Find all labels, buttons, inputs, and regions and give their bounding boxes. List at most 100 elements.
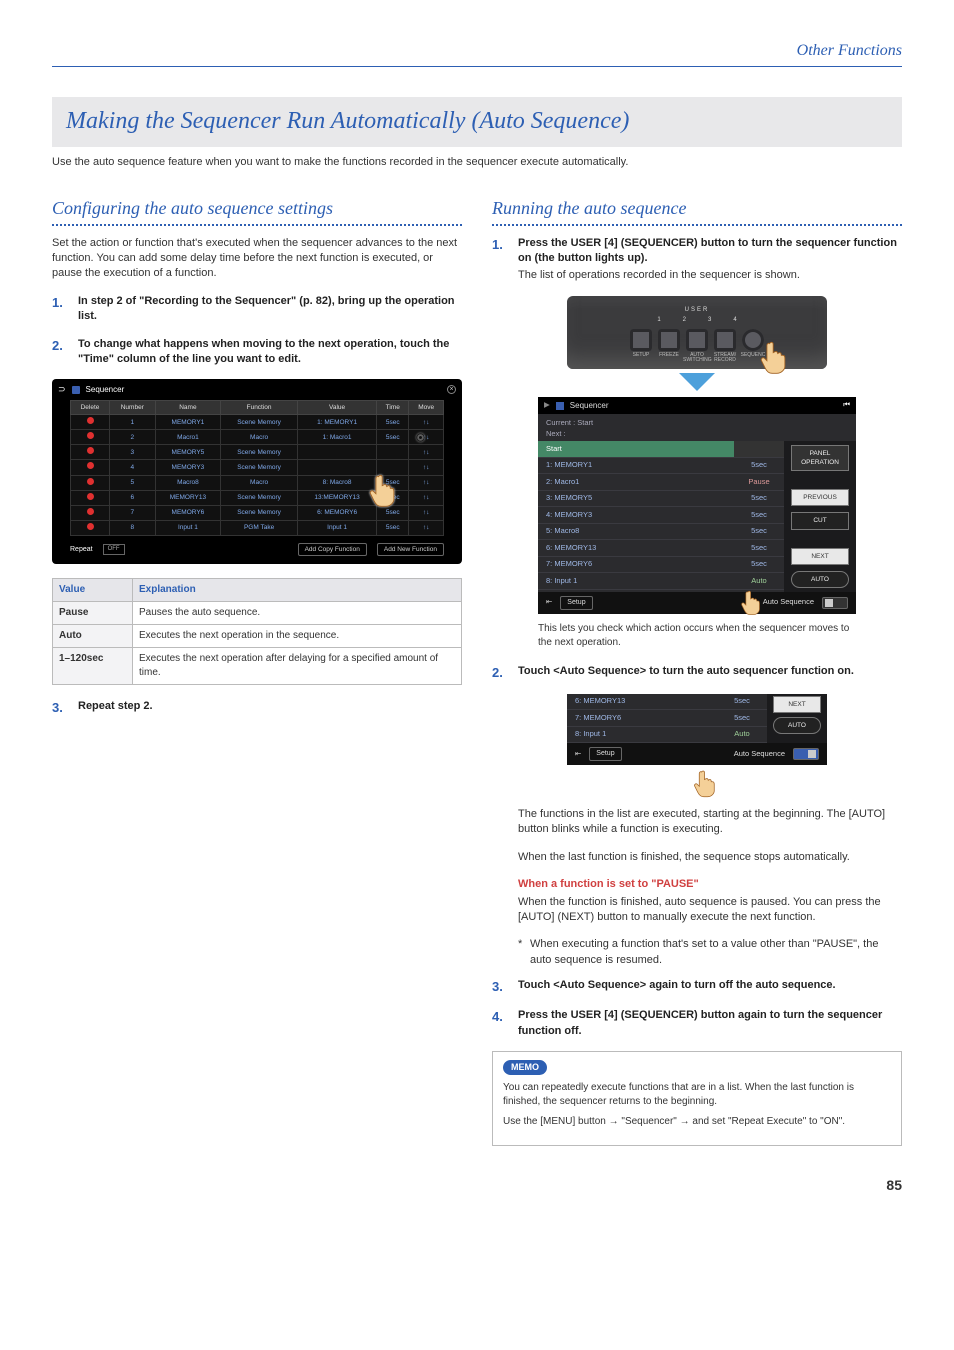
list-item: 1: MEMORY15sec — [538, 458, 784, 475]
right-step1: Press the USER [4] (SEQUENCER) button to… — [518, 236, 902, 267]
step-number: 3. — [52, 699, 70, 717]
user-label: USER — [581, 306, 813, 314]
list-item: 6: MEMORY135sec — [538, 540, 784, 557]
down-arrow-icon — [679, 373, 715, 391]
next-status: Next : — [546, 429, 848, 440]
list-item: 6: MEMORY135sec — [567, 694, 767, 711]
back-icon: ⇤ — [546, 597, 552, 608]
hw-sublabel: FREEZE — [655, 353, 683, 364]
step-number: 1. — [492, 236, 510, 284]
list-item: 3: MEMORY55sec — [538, 491, 784, 508]
list-item: 8: Input 1Auto — [567, 727, 767, 744]
repeat-value: OFF — [103, 544, 125, 554]
auto-sequence-toggle-off — [822, 597, 848, 609]
add-copy-function-button: Add Copy Function — [298, 543, 367, 556]
move-icon — [423, 464, 430, 471]
delete-icon — [87, 447, 94, 454]
list-item: 2: Macro1Pause — [538, 474, 784, 491]
col-header: Explanation — [133, 579, 462, 602]
divider — [492, 224, 902, 226]
right-column: Running the auto sequence 1. Press the U… — [492, 196, 902, 1145]
table-row: 2Macro1Macro1: Macro15sec — [71, 430, 444, 445]
hardware-panel-illustration: USER 1234 SETUPFREEZEAUTO SWITCHINGSTREA… — [567, 296, 827, 369]
setup-button: Setup — [560, 596, 592, 610]
goto-start-icon: ⏮ — [843, 400, 850, 411]
table-row: PausePauses the auto sequence. — [53, 602, 462, 625]
right-step4: Press the USER [4] (SEQUENCER) button ag… — [518, 1008, 902, 1039]
step-number: 2. — [52, 337, 70, 368]
memo-tag: MEMO — [503, 1060, 547, 1075]
step-number: 4. — [492, 1008, 510, 1039]
delete-icon — [87, 523, 94, 530]
left-column: Configuring the auto sequence settings S… — [52, 196, 462, 1145]
move-icon — [423, 419, 430, 426]
user-button-1 — [630, 329, 652, 351]
run-caption: This lets you check which action occurs … — [538, 622, 856, 650]
memo-p2: Use the [MENU] button"Sequencer"and set … — [503, 1115, 891, 1129]
grid-icon — [72, 386, 80, 394]
table-row: AutoExecutes the next operation in the s… — [53, 625, 462, 648]
hw-sublabel: STREAM/ RECORD — [711, 353, 739, 364]
hand-cursor-icon — [366, 471, 402, 515]
hw-number: 4 — [733, 316, 736, 324]
col-header: Delete — [71, 401, 110, 415]
current-status: Current : Start — [546, 418, 848, 429]
back-icon — [58, 383, 66, 396]
col-header: Name — [155, 401, 221, 415]
col-header: Move — [409, 401, 444, 415]
grid-icon — [556, 402, 564, 410]
setup-button: Setup — [589, 747, 621, 761]
memo-box: MEMO You can repeatedly execute function… — [492, 1051, 902, 1146]
right-step3: Touch <Auto Sequence> again to turn off … — [518, 978, 902, 993]
intro-text: Use the auto sequence feature when you w… — [52, 155, 902, 170]
delete-icon — [87, 493, 94, 500]
page-title: Making the Sequencer Run Automatically (… — [52, 97, 902, 147]
right-step2: Touch <Auto Sequence> to turn the auto s… — [518, 664, 902, 679]
pause-heading: When a function is set to "PAUSE" — [518, 877, 902, 892]
user-button-2 — [658, 329, 680, 351]
add-new-function-button: Add New Function — [377, 543, 444, 556]
delete-icon — [87, 432, 94, 439]
hw-number: 3 — [708, 316, 711, 324]
table-row: 8Input 1PGM TakeInput 15sec — [71, 520, 444, 535]
right-heading: Running the auto sequence — [492, 196, 902, 221]
previous-button: PREVIOUS — [791, 489, 849, 506]
pause-body: When the function is finished, auto sequ… — [518, 895, 902, 926]
divider — [52, 224, 462, 226]
left-heading: Configuring the auto sequence settings — [52, 196, 462, 221]
repeat-label: Repeat — [70, 545, 93, 555]
panel-operation-label: PANEL OPERATION — [791, 445, 849, 471]
auto-button: AUTO — [773, 717, 821, 734]
move-icon — [423, 509, 430, 516]
memo-p1: You can repeatedly execute functions tha… — [503, 1081, 891, 1109]
col-header: Number — [110, 401, 156, 415]
auto-sequence-label: Auto Sequence — [763, 597, 814, 608]
move-icon — [423, 479, 430, 486]
run-title: Sequencer — [570, 400, 609, 411]
step-number: 1. — [52, 294, 70, 325]
auto-sequence-toggle-on — [793, 748, 819, 760]
delete-icon — [87, 508, 94, 515]
section-header: Other Functions — [52, 40, 902, 67]
list-item: 7: MEMORY65sec — [567, 710, 767, 727]
auto-button: AUTO — [791, 571, 849, 588]
col-header: Value — [297, 401, 376, 415]
hand-cursor-icon — [691, 767, 721, 806]
col-header: Time — [377, 401, 409, 415]
delete-icon — [87, 462, 94, 469]
col-header: Value — [53, 579, 133, 602]
hand-cursor-icon — [738, 588, 766, 622]
sequencer-run-screenshot: ▶ Sequencer ⏮ Current : Start Next : Sta… — [538, 397, 856, 614]
run-start-row: Start — [538, 441, 734, 457]
value-explanation-table: ValueExplanationPausePauses the auto seq… — [52, 578, 462, 685]
move-icon — [423, 494, 430, 501]
right-step1-sub: The list of operations recorded in the s… — [518, 268, 902, 283]
list-item: 4: MEMORY35sec — [538, 507, 784, 524]
editor-title: Sequencer — [86, 384, 125, 395]
auto-sequence-label: Auto Sequence — [734, 749, 785, 760]
col-header: Function — [221, 401, 298, 415]
close-icon: × — [447, 385, 456, 394]
hand-cursor-icon — [757, 338, 793, 381]
hw-sublabel: AUTO SWITCHING — [683, 353, 711, 364]
left-step3: Repeat step 2. — [78, 699, 462, 714]
